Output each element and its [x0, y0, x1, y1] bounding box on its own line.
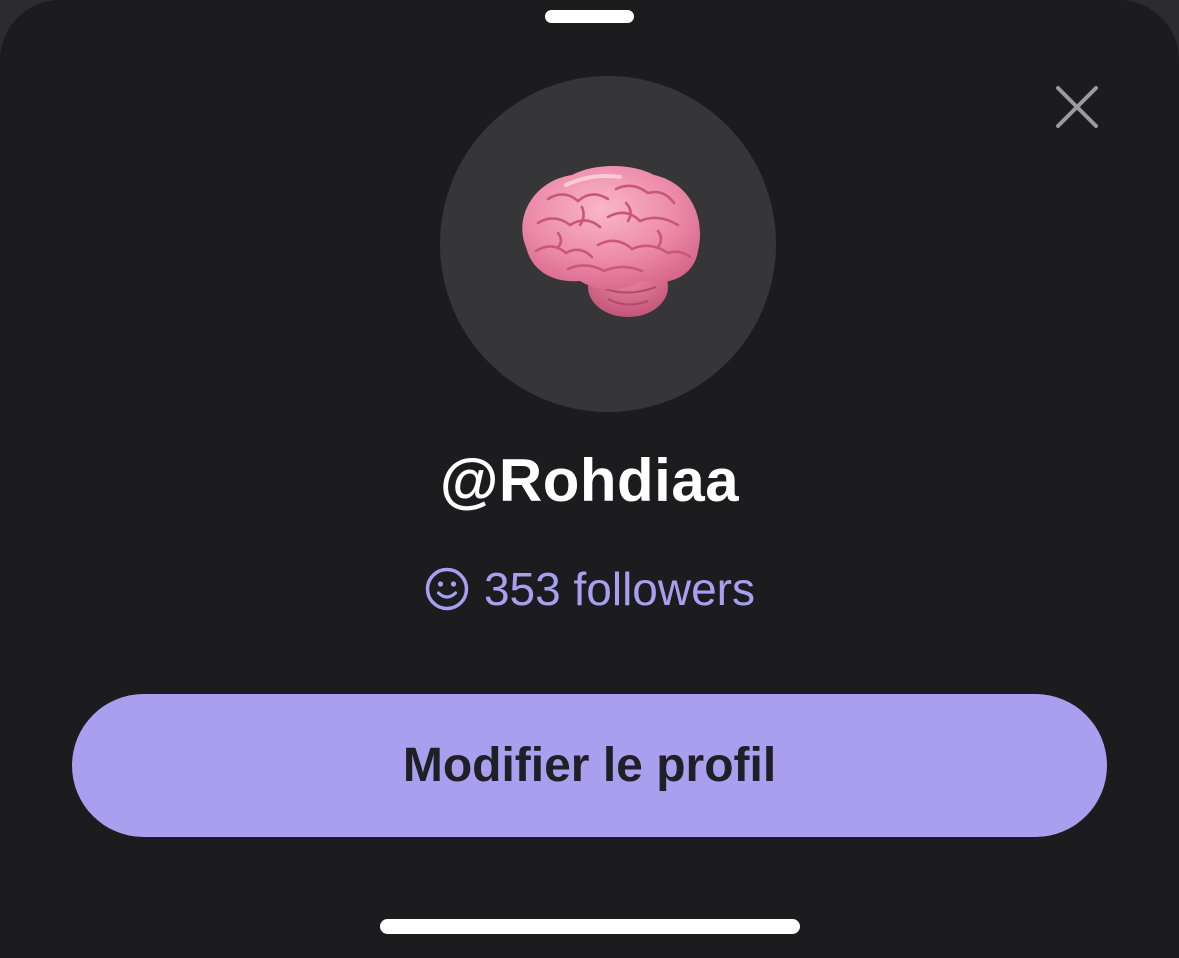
brain-emoji-icon	[522, 166, 701, 317]
home-indicator[interactable]	[380, 919, 800, 934]
smiley-icon	[425, 567, 469, 611]
sheet-grabber[interactable]	[545, 10, 634, 23]
followers-row[interactable]: 353 followers	[0, 562, 1179, 616]
edit-profile-button[interactable]: Modifier le profil	[72, 694, 1107, 837]
username: @Rohdiaa	[439, 447, 740, 514]
close-icon	[1056, 86, 1098, 128]
avatar[interactable]	[440, 76, 776, 412]
profile-sheet: @Rohdiaa 353 followers Modifier le profi…	[0, 0, 1179, 958]
followers-count: 353 followers	[483, 563, 756, 615]
close-button[interactable]	[1048, 78, 1106, 136]
